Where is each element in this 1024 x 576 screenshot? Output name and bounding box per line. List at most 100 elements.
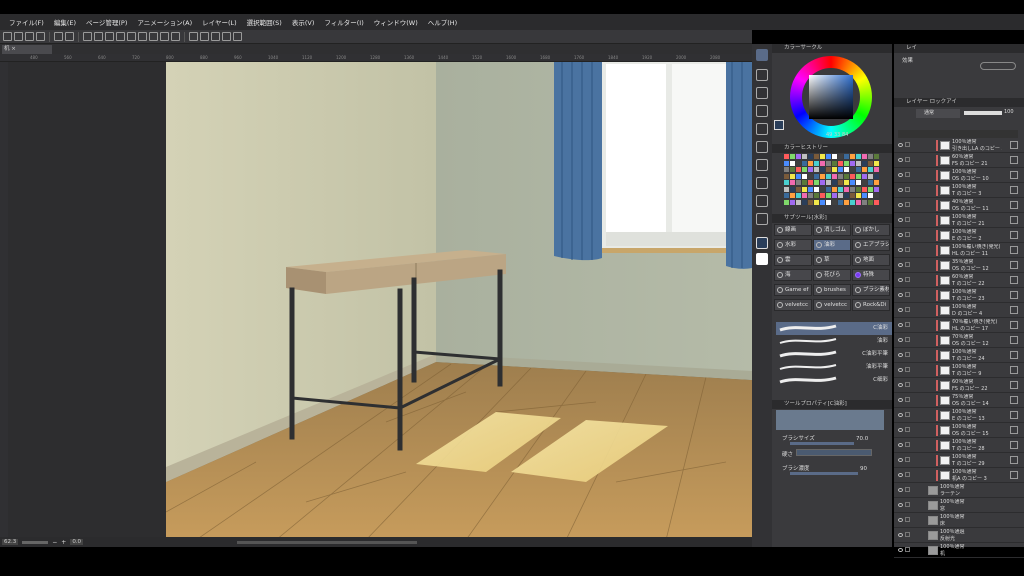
expand-selection-icon[interactable] (160, 32, 169, 41)
menu-filter[interactable]: フィルター(I) (319, 17, 368, 27)
subtool-group-item[interactable]: 消しゴム (813, 224, 851, 236)
invert-selection-icon[interactable] (149, 32, 158, 41)
history-swatch[interactable] (838, 180, 843, 185)
menu-page[interactable]: ページ管理(P) (81, 17, 132, 27)
menu-file[interactable]: ファイル(F) (4, 17, 49, 27)
edit-lock-icon[interactable] (905, 232, 910, 237)
eye-icon[interactable] (898, 503, 903, 507)
history-swatch[interactable] (844, 199, 849, 205)
reference-icon[interactable] (233, 32, 242, 41)
history-swatch[interactable] (844, 154, 849, 159)
text-tool-icon[interactable] (756, 141, 768, 153)
layer-row[interactable]: 100％通常 T のコピー 24 (894, 348, 1024, 363)
history-swatch[interactable] (796, 186, 801, 192)
layer-property-icon[interactable] (222, 32, 231, 41)
history-swatch[interactable] (832, 193, 837, 198)
history-swatch[interactable] (862, 167, 867, 172)
eye-icon[interactable] (898, 233, 903, 237)
edit-lock-icon[interactable] (905, 547, 910, 552)
history-swatch[interactable] (868, 167, 873, 172)
history-swatch[interactable] (856, 180, 861, 185)
history-swatch[interactable] (790, 173, 795, 179)
edit-lock-icon[interactable] (905, 277, 910, 282)
sub-color-swatch[interactable] (756, 253, 768, 265)
edit-lock-icon[interactable] (905, 532, 910, 537)
history-swatch[interactable] (838, 167, 843, 172)
vertical-ruler[interactable] (0, 62, 8, 537)
history-swatch[interactable] (790, 186, 795, 192)
edit-lock-icon[interactable] (905, 142, 910, 147)
layer-row[interactable]: 100％通常 T のコピー 9 (894, 363, 1024, 378)
eye-icon[interactable] (898, 443, 903, 447)
history-swatch[interactable] (808, 173, 813, 179)
brush-size-value[interactable]: 70.0 (856, 436, 868, 442)
history-swatch[interactable] (838, 173, 843, 179)
layer-row[interactable]: 70％覆い焼き(発光) HL のコピー 17 (894, 318, 1024, 333)
grid-snap-icon[interactable] (211, 32, 220, 41)
figure-tool-icon[interactable] (756, 213, 768, 225)
edit-lock-icon[interactable] (905, 187, 910, 192)
history-swatch[interactable] (850, 173, 855, 179)
settings-icon[interactable] (83, 32, 92, 41)
zoom-slider[interactable] (22, 540, 49, 544)
eye-icon[interactable] (898, 368, 903, 372)
eye-icon[interactable] (898, 353, 903, 357)
hardness-slider[interactable] (796, 449, 872, 456)
history-swatch[interactable] (814, 186, 819, 192)
history-swatch[interactable] (826, 193, 831, 198)
layer-folder-row[interactable]: 100％通常窓 (894, 498, 1024, 513)
history-swatch[interactable] (802, 154, 807, 159)
eye-icon[interactable] (898, 548, 903, 552)
history-swatch[interactable] (802, 180, 807, 185)
eye-icon[interactable] (898, 458, 903, 462)
history-swatch[interactable] (802, 199, 807, 205)
subtool-group-item[interactable]: ぼかし (852, 224, 890, 236)
eraser-tool-icon[interactable] (756, 195, 768, 207)
history-swatch[interactable] (874, 199, 879, 205)
history-swatch[interactable] (820, 167, 825, 172)
history-swatch[interactable] (808, 193, 813, 198)
layer-row[interactable]: 60％通常 FS のコピー 22 (894, 378, 1024, 393)
history-swatch[interactable] (808, 186, 813, 192)
layer-row[interactable]: 100％通常 T のコピー 23 (894, 288, 1024, 303)
history-swatch[interactable] (808, 154, 813, 159)
eye-icon[interactable] (898, 323, 903, 327)
edit-lock-icon[interactable] (905, 382, 910, 387)
open-folder-icon[interactable] (25, 32, 34, 41)
edit-lock-icon[interactable] (905, 352, 910, 357)
layer-row[interactable]: 100％通常 E のコピー 2 (894, 228, 1024, 243)
history-swatch[interactable] (832, 167, 837, 172)
redo-icon[interactable] (65, 32, 74, 41)
subtool-group-item[interactable]: 特殊 (852, 269, 890, 281)
eye-icon[interactable] (898, 428, 903, 432)
edit-lock-icon[interactable] (905, 157, 910, 162)
history-swatch[interactable] (874, 167, 879, 172)
clear-icon[interactable] (94, 32, 103, 41)
history-swatch[interactable] (796, 160, 801, 166)
layer-row[interactable]: 100％覆い焼き(発光) HL のコピー 11 (894, 243, 1024, 258)
eye-icon[interactable] (898, 533, 903, 537)
main-color-swatch[interactable] (756, 237, 768, 249)
eye-icon[interactable] (898, 338, 903, 342)
opacity-value[interactable]: 100 (1004, 109, 1014, 115)
effect-toggle[interactable] (980, 62, 1016, 70)
layer-folder-row[interactable]: 100％通常床 (894, 513, 1024, 528)
save-icon[interactable] (36, 32, 45, 41)
edit-lock-icon[interactable] (905, 217, 910, 222)
history-swatch[interactable] (862, 160, 867, 166)
eye-icon[interactable] (898, 188, 903, 192)
history-swatch[interactable] (784, 154, 789, 159)
history-swatch[interactable] (820, 160, 825, 166)
history-swatch[interactable] (814, 154, 819, 159)
history-swatch[interactable] (826, 154, 831, 159)
eye-icon[interactable] (898, 518, 903, 522)
eye-icon[interactable] (898, 293, 903, 297)
eye-icon[interactable] (898, 173, 903, 177)
edit-lock-icon[interactable] (905, 172, 910, 177)
edit-lock-icon[interactable] (905, 292, 910, 297)
edit-lock-icon[interactable] (905, 322, 910, 327)
history-swatch[interactable] (802, 160, 807, 166)
history-swatch[interactable] (862, 173, 867, 179)
subtool-group-item[interactable]: brushes (813, 284, 851, 296)
angle-value[interactable]: 0.0 (70, 539, 84, 545)
